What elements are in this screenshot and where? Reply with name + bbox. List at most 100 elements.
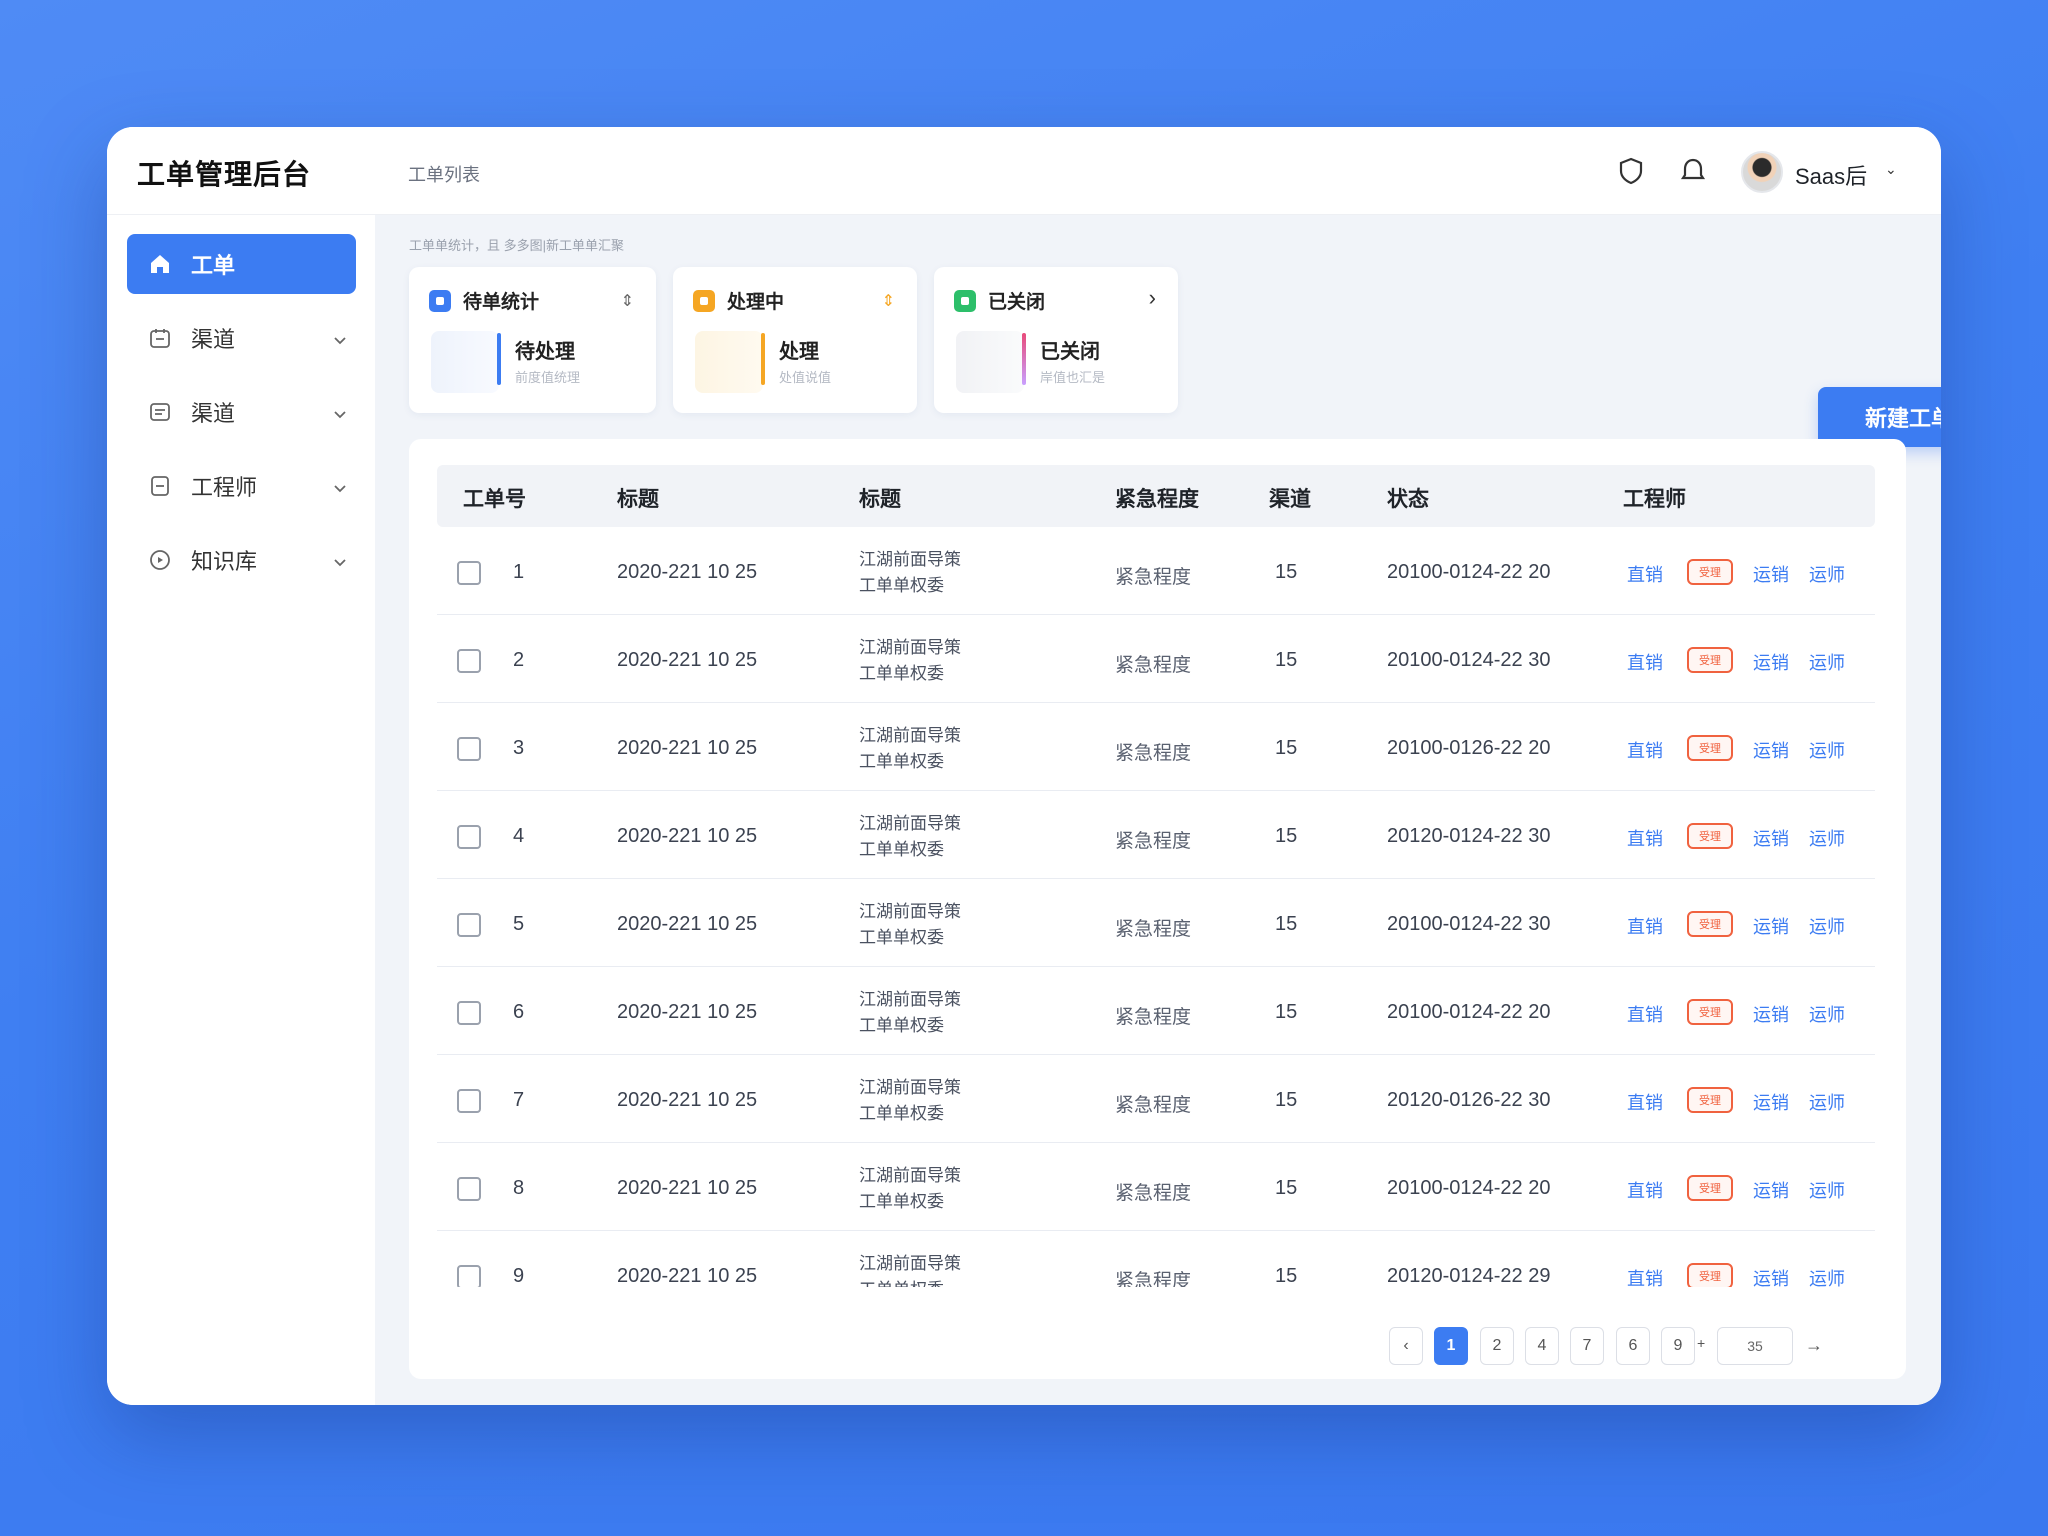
accept-tag[interactable]: 受理 (1687, 1263, 1733, 1287)
row-checkbox[interactable] (457, 1089, 481, 1113)
column-header-engineer[interactable]: 工程师 (1623, 483, 1686, 513)
user-name[interactable]: Saas后 (1795, 159, 1867, 191)
stat-card-pending[interactable]: 待单统计 ⇕ 待处理 前度值统理 (409, 267, 656, 413)
accept-tag[interactable]: 受理 (1687, 647, 1733, 673)
row-checkbox[interactable] (457, 913, 481, 937)
stat-card-label: 待处理 (515, 341, 575, 363)
edit-link[interactable]: 运销 (1753, 913, 1789, 939)
assign-link[interactable]: 运师 (1809, 1001, 1845, 1027)
sort-icon[interactable]: ⇕ (882, 291, 895, 311)
sidebar-item-tickets[interactable]: 工单 (127, 234, 356, 294)
row-checkbox[interactable] (457, 737, 481, 761)
accept-tag[interactable]: 受理 (1687, 1087, 1733, 1113)
view-link[interactable]: 直销 (1627, 913, 1663, 939)
accept-tag[interactable]: 受理 (1687, 559, 1733, 585)
chevron-down-icon[interactable]: ⌄ (1885, 161, 1897, 178)
view-link[interactable]: 直销 (1627, 737, 1663, 763)
row-checkbox[interactable] (457, 1177, 481, 1201)
stat-card-label: 处理 (779, 341, 819, 363)
page-button[interactable]: 9 (1661, 1327, 1695, 1365)
edit-link[interactable]: 运销 (1753, 1001, 1789, 1027)
column-header-status[interactable]: 状态 (1387, 483, 1429, 513)
assign-link[interactable]: 运师 (1809, 1089, 1845, 1115)
new-ticket-button[interactable]: 新建工单 (1818, 387, 1941, 447)
view-link[interactable]: 直销 (1627, 1089, 1663, 1115)
sort-icon[interactable]: ⇕ (621, 291, 634, 311)
page-button[interactable]: 6 (1616, 1327, 1650, 1365)
breadcrumb[interactable]: 工单列表 (408, 161, 480, 187)
assign-link[interactable]: 运师 (1809, 1265, 1845, 1287)
ticket-date: 2020-221 10 25 (617, 1177, 758, 1199)
table-row[interactable]: 7 2020-221 10 25 江湖前面导策 工单单权委 紧急程度 15 20120-01… (437, 1055, 1875, 1143)
assign-link[interactable]: 运师 (1809, 737, 1845, 763)
ticket-date: 2020-221 10 25 (617, 1001, 758, 1023)
row-checkbox[interactable] (457, 561, 481, 585)
chevron-down-icon (332, 476, 348, 502)
accept-tag[interactable]: 受理 (1687, 823, 1733, 849)
row-checkbox[interactable] (457, 825, 481, 849)
assign-link[interactable]: 运师 (1809, 649, 1845, 675)
ticket-status: 20100-0124-22 30 (1387, 913, 1551, 935)
assign-link[interactable]: 运师 (1809, 1177, 1845, 1203)
ticket-title-line: 工单单权委 (859, 664, 944, 683)
edit-link[interactable]: 运销 (1753, 649, 1789, 675)
prev-page-button[interactable]: ‹ (1389, 1327, 1423, 1365)
stat-card-processing[interactable]: 处理中 ⇕ 处理 处值说值 (673, 267, 917, 413)
assign-link[interactable]: 运师 (1809, 825, 1845, 851)
chevron-right-icon[interactable]: › (1149, 285, 1156, 311)
table-row[interactable]: 5 2020-221 10 25 江湖前面导策 工单单权委 紧急程度 15 20100-01… (437, 879, 1875, 967)
ticket-title: 江湖前面导策工单单权委 (859, 547, 961, 599)
assign-link[interactable]: 运师 (1809, 561, 1845, 587)
accept-tag[interactable]: 受理 (1687, 735, 1733, 761)
user-avatar[interactable] (1741, 151, 1783, 193)
table-row[interactable]: 3 2020-221 10 25 江湖前面导策 工单单权委 紧急程度 15 20100-01… (437, 703, 1875, 791)
table-row[interactable]: 4 2020-221 10 25 江湖前面导策 工单单权委 紧急程度 15 20120-01… (437, 791, 1875, 879)
edit-link[interactable]: 运销 (1753, 1089, 1789, 1115)
edit-link[interactable]: 运销 (1753, 1177, 1789, 1203)
column-header-urgency[interactable]: 紧急程度 (1115, 483, 1199, 513)
accept-tag[interactable]: 受理 (1687, 999, 1733, 1025)
row-checkbox[interactable] (457, 1265, 481, 1287)
sidebar-item-channel[interactable]: 渠道 (127, 308, 356, 368)
page-jump-input[interactable] (1717, 1327, 1793, 1365)
stat-card-closed[interactable]: 已关闭 › 已关闭 岸值也汇是 (934, 267, 1178, 413)
view-link[interactable]: 直销 (1627, 1265, 1663, 1287)
stat-card-title: 已关闭 (988, 292, 1046, 313)
column-header-title[interactable]: 标题 (617, 483, 659, 513)
page-button[interactable]: 4 (1525, 1327, 1559, 1365)
row-checkbox[interactable] (457, 1001, 481, 1025)
edit-link[interactable]: 运销 (1753, 825, 1789, 851)
view-link[interactable]: 直销 (1627, 649, 1663, 675)
page-button[interactable]: 2 (1480, 1327, 1514, 1365)
row-checkbox[interactable] (457, 649, 481, 673)
column-header-id[interactable]: 工单号 (463, 483, 526, 513)
sidebar-item-channel-2[interactable]: 渠道 (127, 382, 356, 442)
page-button[interactable]: 7 (1570, 1327, 1604, 1365)
table-row[interactable]: 1 2020-221 10 25 江湖前面导策 工单单权委 紧急程度 15 20100-01… (437, 527, 1875, 615)
table-row[interactable]: 6 2020-221 10 25 江湖前面导策 工单单权委 紧急程度 15 20100-01… (437, 967, 1875, 1055)
edit-link[interactable]: 运销 (1753, 737, 1789, 763)
column-header-channel[interactable]: 渠道 (1269, 483, 1311, 513)
view-link[interactable]: 直销 (1627, 1177, 1663, 1203)
view-link[interactable]: 直销 (1627, 561, 1663, 587)
assign-link[interactable]: 运师 (1809, 913, 1845, 939)
ticket-status: 20100-0124-22 20 (1387, 1001, 1551, 1023)
sidebar-item-engineer[interactable]: 工程师 (127, 456, 356, 516)
shield-icon[interactable] (1617, 157, 1645, 185)
bell-icon[interactable] (1679, 157, 1707, 185)
table-row[interactable]: 2 2020-221 10 25 江湖前面导策 工单单权委 紧急程度 15 20100-01… (437, 615, 1875, 703)
accept-tag[interactable]: 受理 (1687, 1175, 1733, 1201)
sidebar-item-knowledge-base[interactable]: 知识库 (127, 530, 356, 590)
view-link[interactable]: 直销 (1627, 825, 1663, 851)
table-row[interactable]: 92020-221 10 25江湖前面导策工单单权委紧急程度1520120-01… (437, 1231, 1875, 1287)
column-header-title-2[interactable]: 标题 (859, 483, 901, 513)
accent-bar (497, 333, 501, 385)
view-link[interactable]: 直销 (1627, 1001, 1663, 1027)
edit-link[interactable]: 运销 (1753, 1265, 1789, 1287)
page-button-active[interactable]: 1 (1434, 1327, 1468, 1365)
edit-link[interactable]: 运销 (1753, 561, 1789, 587)
arrow-right-icon[interactable]: → (1805, 1335, 1823, 1356)
table-row[interactable]: 8 2020-221 10 25 江湖前面导策 工单单权委 紧急程度 15 20100-01… (437, 1143, 1875, 1231)
accept-tag[interactable]: 受理 (1687, 911, 1733, 937)
sidebar-item-label: 工单 (191, 253, 236, 278)
